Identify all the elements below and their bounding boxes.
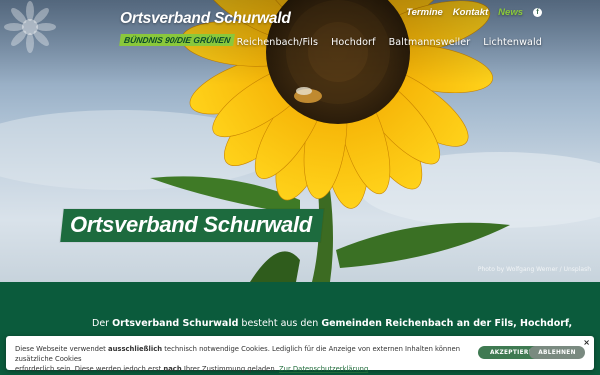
main-nav: Reichenbach/Fils Hochdorf Baltmannsweile… (237, 37, 542, 48)
cookie-text: Diese Webseite verwendet ausschließlich … (15, 345, 461, 373)
close-icon[interactable]: × (583, 338, 590, 347)
intro-bold-gemeinden: Gemeinden Reichenbach an der Fils, Hochd… (321, 318, 573, 329)
top-links: Termine Kontakt News f (406, 7, 542, 18)
nav-item-baltmannsweiler[interactable]: Baltmannsweiler (389, 37, 471, 48)
top-link-news[interactable]: News (498, 7, 523, 18)
intro-text: Der Ortsverband Schurwald besteht aus de… (92, 318, 573, 329)
hero-section: Ortsverband Schurwald BÜNDNIS 90/DIE GRÜ… (0, 0, 600, 282)
privacy-link[interactable]: Zur Datenschutzerklärung (279, 365, 368, 373)
nav-item-lichtenwald[interactable]: Lichtenwald (483, 37, 542, 48)
hero-heading-text: Ortsverband Schurwald (70, 212, 312, 237)
brand-title: Ortsverband Schurwald (120, 10, 291, 27)
facebook-icon[interactable]: f (533, 8, 542, 17)
top-link-termine[interactable]: Termine (406, 7, 443, 18)
nav-item-reichenbach[interactable]: Reichenbach/Fils (237, 37, 318, 48)
logo-sunflower-icon (4, 1, 56, 53)
decline-button[interactable]: ABLEHNEN (529, 346, 585, 359)
photo-credit: Photo by Wolfgang Werner / Unsplash (477, 266, 591, 273)
top-link-kontakt[interactable]: Kontakt (453, 7, 488, 18)
brand-subtitle: BÜNDNIS 90/DIE GRÜNEN (119, 34, 236, 46)
hero-heading: Ortsverband Schurwald (60, 209, 324, 242)
cookie-banner: Diese Webseite verwendet ausschließlich … (6, 336, 594, 373)
nav-item-hochdorf[interactable]: Hochdorf (331, 37, 376, 48)
intro-bold-ortsverband: Ortsverband Schurwald (112, 318, 239, 329)
